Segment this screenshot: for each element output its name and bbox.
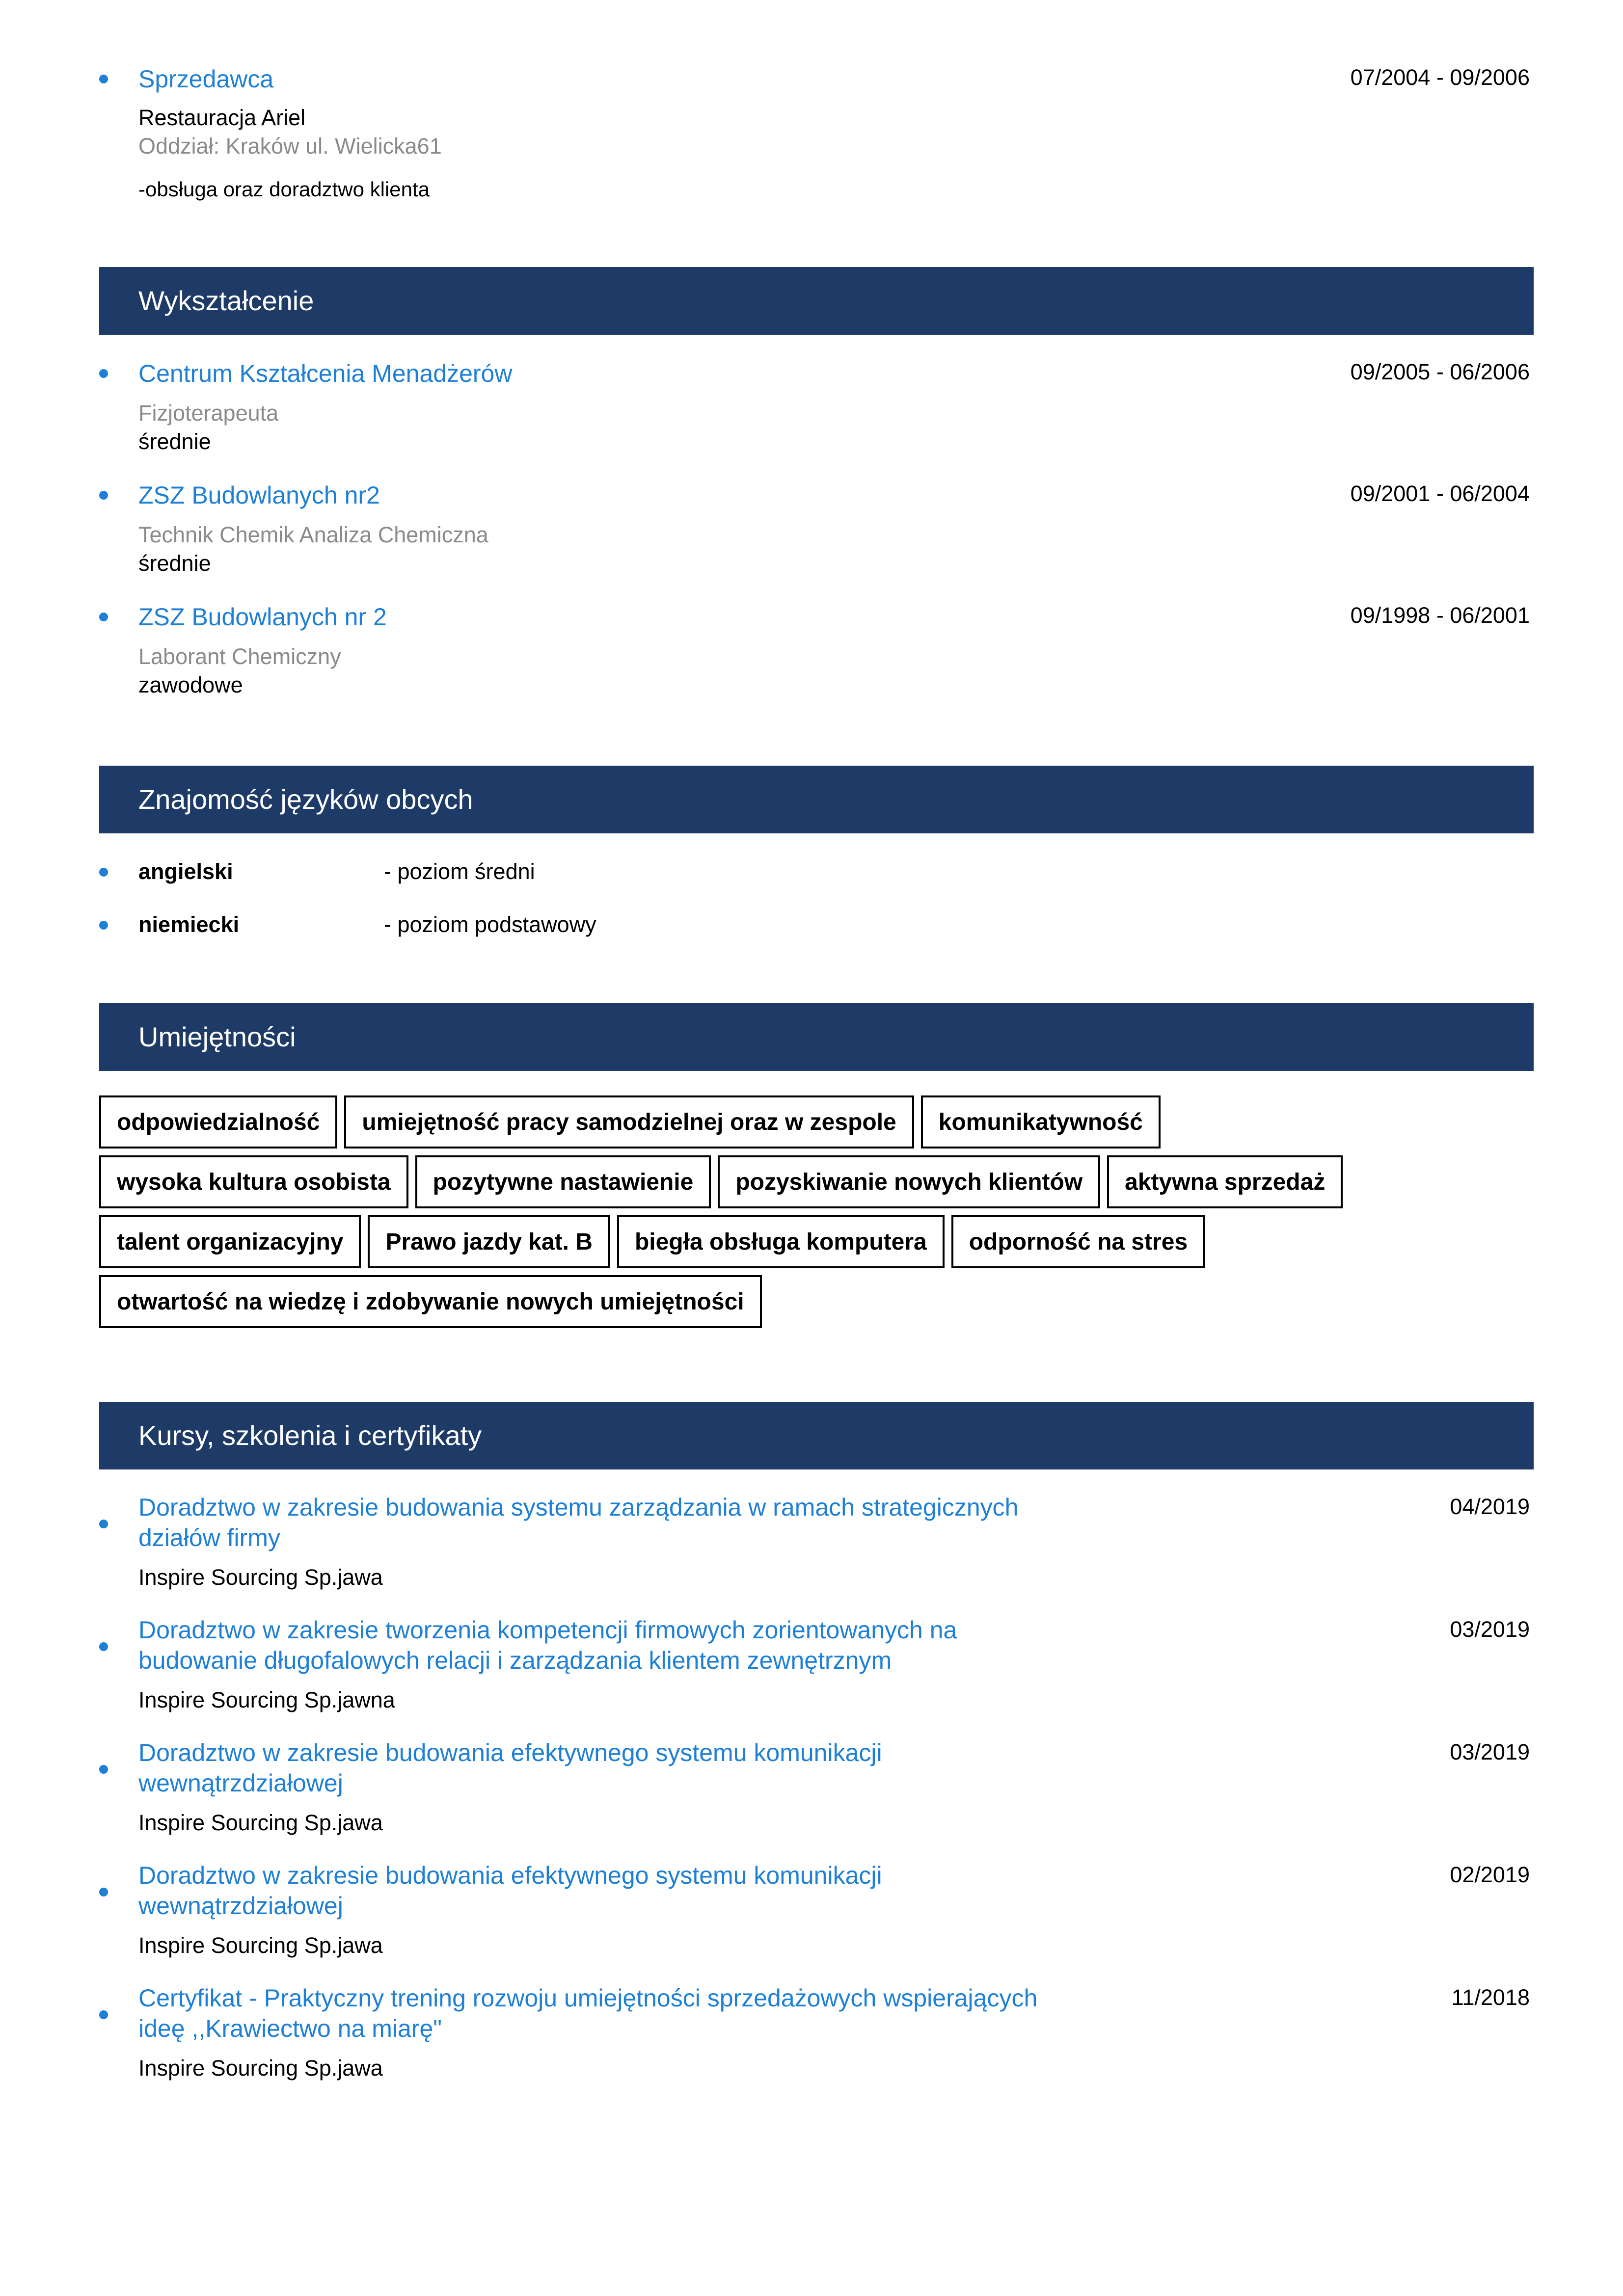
bullet-icon: [99, 613, 108, 621]
course-date: 02/2019: [1450, 1862, 1530, 1887]
bullet-icon: [99, 1888, 108, 1896]
skill-tag: odpowiedzialność: [99, 1095, 338, 1148]
bullet-icon: [99, 2010, 108, 2019]
language-name: niemiecki: [138, 912, 240, 937]
job-title: Sprzedawca: [138, 65, 274, 93]
language-name: angielski: [138, 859, 233, 884]
education-dates: 09/2001 - 06/2004: [1350, 481, 1530, 506]
course-date: 04/2019: [1450, 1494, 1530, 1519]
skill-tag: biegła obsługa komputera: [617, 1215, 945, 1268]
education-level: średnie: [138, 551, 211, 576]
bullet-icon: [99, 868, 108, 877]
language-level: - poziom średni: [384, 859, 535, 884]
education-school: Centrum Kształcenia Menadżerów: [138, 360, 513, 387]
education-level: zawodowe: [138, 672, 243, 697]
bullet-icon: [99, 491, 108, 500]
education-field: Laborant Chemiczny: [138, 644, 341, 669]
job-description: -obsługa oraz doradztwo klienta: [138, 178, 430, 201]
skill-tag: wysoka kultura osobista: [99, 1155, 408, 1208]
course-title: Certyfikat - Praktyczny trening rozwoju …: [138, 1984, 1038, 2042]
course-organizer: Inspire Sourcing Sp.jawa: [138, 2056, 383, 2081]
job-dates: 07/2004 - 09/2006: [1350, 65, 1530, 90]
skills-row: wysoka kultura osobista pozytywne nastaw…: [99, 1155, 1538, 1208]
bullet-icon: [99, 921, 108, 930]
skill-tag: Prawo jazdy kat. B: [368, 1215, 610, 1268]
course-title: Doradztwo w zakresie budowania efektywne…: [138, 1739, 882, 1797]
section-header-languages: Znajomość języków obcych: [99, 766, 1534, 833]
education-field: Technik Chemik Analiza Chemiczna: [138, 522, 488, 547]
job-branch: Oddział: Kraków ul. Wielicka61: [138, 133, 442, 159]
language-level: - poziom podstawowy: [384, 912, 596, 937]
section-title: Znajomość języków obcych: [138, 784, 473, 815]
skill-tag: umiejętność pracy samodzielnej oraz w ze…: [344, 1095, 914, 1148]
education-dates: 09/1998 - 06/2001: [1350, 603, 1530, 628]
education-dates: 09/2005 - 06/2006: [1350, 359, 1530, 384]
section-title: Kursy, szkolenia i certyfikaty: [138, 1420, 482, 1451]
skill-tag: pozyskiwanie nowych klientów: [718, 1155, 1101, 1208]
skills-row: odpowiedzialność umiejętność pracy samod…: [99, 1095, 1538, 1148]
course-organizer: Inspire Sourcing Sp.jawa: [138, 1565, 383, 1590]
education-school: ZSZ Budowlanych nr2: [138, 481, 380, 509]
education-field: Fizjoterapeuta: [138, 400, 279, 426]
bullet-icon: [99, 1642, 108, 1651]
course-organizer: Inspire Sourcing Sp.jawa: [138, 1933, 383, 1958]
education-level: średnie: [138, 429, 211, 454]
skill-tag: odporność na stres: [951, 1215, 1206, 1268]
course-date: 11/2018: [1451, 1985, 1530, 2010]
course-organizer: Inspire Sourcing Sp.jawna: [138, 1687, 395, 1712]
skills-row: talent organizacyjny Prawo jazdy kat. B …: [99, 1215, 1538, 1268]
section-header-education: Wykształcenie: [99, 267, 1534, 335]
section-header-courses: Kursy, szkolenia i certyfikaty: [99, 1402, 1534, 1469]
skills-tags: odpowiedzialność umiejętność pracy samod…: [99, 1095, 1538, 1335]
education-school: ZSZ Budowlanych nr 2: [138, 603, 387, 631]
skills-row: otwartość na wiedzę i zdobywanie nowych …: [99, 1275, 1538, 1328]
bullet-icon: [99, 1765, 108, 1774]
course-date: 03/2019: [1450, 1739, 1530, 1764]
cv-page: Sprzedawca 07/2004 - 09/2006 Restauracja…: [0, 0, 1623, 2296]
skill-tag: aktywna sprzedaż: [1107, 1155, 1343, 1208]
bullet-icon: [99, 75, 108, 83]
skill-tag: komunikatywność: [920, 1095, 1161, 1148]
bullet-icon: [99, 369, 108, 378]
course-organizer: Inspire Sourcing Sp.jawa: [138, 1810, 383, 1835]
section-title: Umiejętności: [138, 1021, 296, 1052]
section-title: Wykształcenie: [138, 285, 314, 316]
skill-tag: otwartość na wiedzę i zdobywanie nowych …: [99, 1275, 762, 1328]
bullet-icon: [99, 1520, 108, 1528]
course-title: Doradztwo w zakresie budowania efektywne…: [138, 1862, 882, 1920]
course-title: Doradztwo w zakresie budowania systemu z…: [138, 1494, 1019, 1551]
job-employer: Restauracja Ariel: [138, 105, 306, 130]
course-date: 03/2019: [1450, 1617, 1530, 1642]
skill-tag: talent organizacyjny: [99, 1215, 361, 1268]
course-title: Doradztwo w zakresie tworzenia kompetenc…: [138, 1616, 957, 1674]
section-header-skills: Umiejętności: [99, 1003, 1534, 1071]
skill-tag: pozytywne nastawienie: [415, 1155, 711, 1208]
